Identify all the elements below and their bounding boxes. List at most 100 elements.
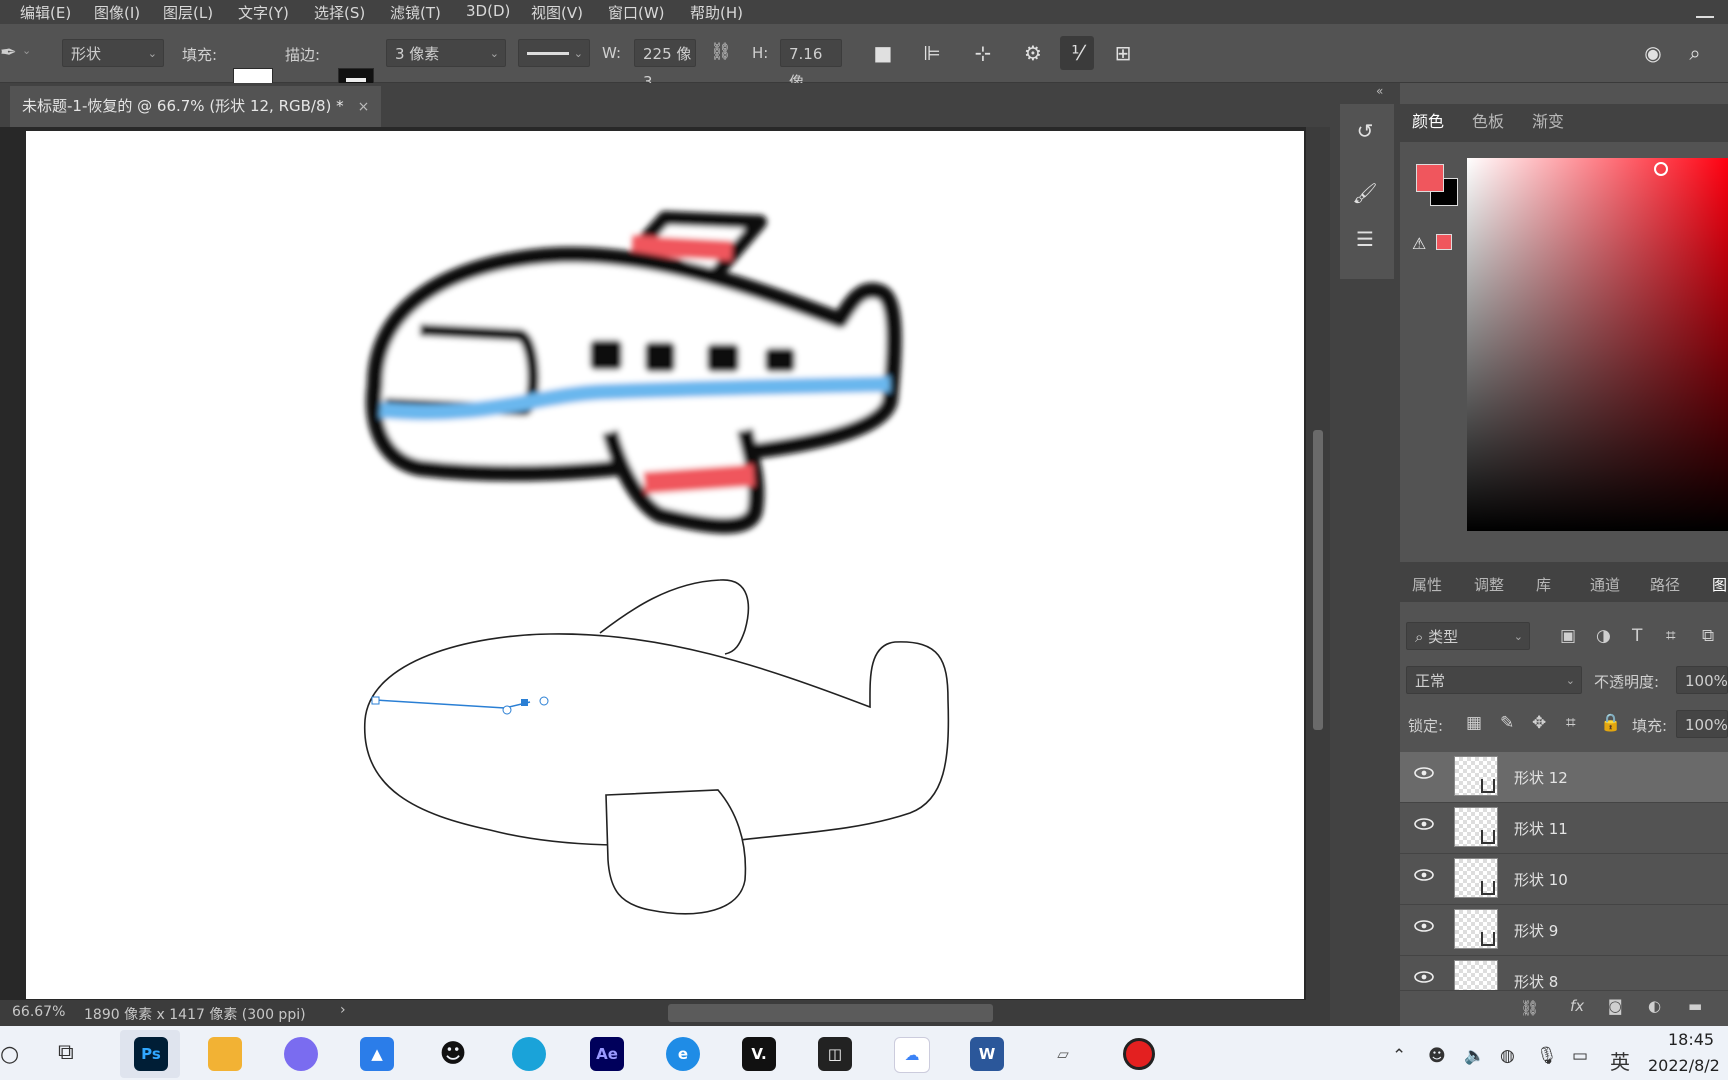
blend-mode-select[interactable]: 正常 ⌄: [1406, 666, 1582, 694]
lock-pixels-icon[interactable]: ✎: [1500, 713, 1514, 733]
tab-properties[interactable]: 属性: [1412, 574, 1442, 595]
eye-icon[interactable]: [1414, 920, 1434, 932]
task-view-icon[interactable]: ⧉: [58, 1040, 74, 1065]
layer-row[interactable]: 形状 11: [1400, 803, 1728, 854]
smart-object-filter-icon[interactable]: ⧉: [1702, 626, 1714, 646]
tab-layers[interactable]: 图: [1712, 574, 1727, 595]
status-menu-arrow[interactable]: ›: [340, 1002, 346, 1018]
foreground-color-swatch[interactable]: [1416, 164, 1444, 192]
layer-name[interactable]: 形状 10: [1514, 869, 1568, 890]
width-field[interactable]: 225 像3: [634, 39, 696, 91]
ie-browser-icon[interactable]: e: [666, 1037, 700, 1071]
tab-paths[interactable]: 路径: [1650, 574, 1680, 595]
pixel-layer-filter-icon[interactable]: ▣: [1560, 626, 1576, 646]
menu-filter[interactable]: 滤镜(T): [390, 2, 441, 23]
type-layer-filter-icon[interactable]: T: [1632, 626, 1642, 646]
horizontal-scroll-thumb[interactable]: [668, 1004, 993, 1022]
search-icon[interactable]: ⌕: [1678, 36, 1712, 70]
vegas-app-icon[interactable]: V.: [742, 1037, 776, 1071]
zoom-level[interactable]: 66.67%: [12, 1004, 65, 1020]
tab-gradients[interactable]: 渐变: [1532, 108, 1564, 132]
brush-settings-icon[interactable]: ☰: [1348, 222, 1382, 256]
tab-adjustments[interactable]: 调整: [1474, 574, 1504, 595]
ime-indicator[interactable]: 英: [1610, 1046, 1630, 1075]
link-icon[interactable]: ⛓: [710, 42, 732, 62]
minimize-button[interactable]: [1696, 4, 1714, 18]
collapse-panels-icon[interactable]: «: [1376, 84, 1383, 98]
tool-preset-chevron-icon[interactable]: ⌄: [22, 44, 31, 57]
link-layers-icon[interactable]: ⛓: [1520, 999, 1539, 1017]
tab-swatches[interactable]: 色板: [1472, 108, 1504, 132]
layer-row[interactable]: 形状 9: [1400, 905, 1728, 956]
color-spectrum[interactable]: [1467, 158, 1728, 531]
eye-icon[interactable]: [1414, 869, 1434, 881]
edge-browser-icon[interactable]: [512, 1037, 546, 1071]
color-picker-ring[interactable]: [1654, 162, 1668, 176]
qq-penguin-icon[interactable]: ☻: [436, 1037, 470, 1071]
path-alignment-icon[interactable]: ⊫: [915, 36, 949, 70]
constrain-path-icon[interactable]: ⊞: [1106, 36, 1140, 70]
search-circle-icon[interactable]: ○: [0, 1042, 19, 1067]
file-explorer-icon[interactable]: [208, 1037, 242, 1071]
menu-window[interactable]: 窗口(W): [608, 2, 665, 23]
tray-expand-icon[interactable]: ⌃: [1392, 1046, 1406, 1066]
menu-image[interactable]: 图像(I): [94, 2, 140, 23]
lock-position-icon[interactable]: ✥: [1532, 713, 1546, 733]
vertical-scroll-thumb[interactable]: [1313, 430, 1323, 730]
document-canvas[interactable]: [26, 131, 1304, 999]
close-icon[interactable]: ×: [358, 99, 370, 115]
menu-view[interactable]: 视图(V): [531, 2, 583, 23]
eye-icon[interactable]: [1414, 818, 1434, 830]
shape-layer-filter-icon[interactable]: ⌗: [1666, 626, 1676, 646]
after-effects-app-icon[interactable]: Ae: [590, 1037, 624, 1071]
eraser-app-icon[interactable]: ▱: [1046, 1037, 1080, 1071]
stroke-size-select[interactable]: 3 像素 ⌄: [386, 39, 506, 67]
path-operations-icon[interactable]: ■: [866, 36, 900, 70]
add-mask-icon[interactable]: ◙: [1608, 997, 1623, 1015]
gear-icon[interactable]: ⚙: [1016, 36, 1050, 70]
cloud-drive-icon[interactable]: ☁: [894, 1037, 930, 1073]
layer-name[interactable]: 形状 12: [1514, 767, 1568, 788]
photoshop-app-icon[interactable]: Ps: [134, 1037, 168, 1071]
layer-filter-select[interactable]: ⌕ 类型 ⌄: [1406, 622, 1530, 650]
tray-qq-icon[interactable]: ☻: [1428, 1046, 1446, 1066]
menu-layer[interactable]: 图层(L): [163, 2, 213, 23]
browser-circle-icon[interactable]: [284, 1037, 318, 1071]
microphone-icon[interactable]: 🎙: [1536, 1046, 1558, 1066]
lock-transparency-icon[interactable]: ▦: [1466, 713, 1482, 733]
opacity-field[interactable]: 100%: [1676, 666, 1728, 694]
eye-icon[interactable]: [1414, 767, 1434, 779]
gamut-swatch[interactable]: [1436, 234, 1452, 250]
lock-artboard-icon[interactable]: ⌗: [1566, 713, 1576, 733]
align-edges-icon[interactable]: ⅟: [1060, 36, 1094, 70]
adjustment-layer-filter-icon[interactable]: ◑: [1596, 626, 1611, 646]
stroke-type-select[interactable]: ⌄: [518, 39, 590, 67]
layer-row[interactable]: 形状 10: [1400, 854, 1728, 905]
network-globe-icon[interactable]: ◍: [1500, 1046, 1515, 1066]
lock-all-icon[interactable]: 🔒: [1600, 713, 1621, 733]
layer-name[interactable]: 形状 9: [1514, 920, 1558, 941]
brush-icon[interactable]: 🖌: [1348, 176, 1382, 210]
eye-icon[interactable]: [1414, 971, 1434, 983]
history-icon[interactable]: ↺: [1348, 114, 1382, 148]
volume-mute-icon[interactable]: 🔈: [1464, 1046, 1485, 1066]
menu-type[interactable]: 文字(Y): [238, 2, 289, 23]
path-arrangement-icon[interactable]: ⊹: [966, 36, 1000, 70]
tab-color[interactable]: 颜色: [1412, 108, 1444, 132]
pen-tool-icon[interactable]: ✒: [0, 40, 17, 64]
menu-select[interactable]: 选择(S): [314, 2, 365, 23]
document-tab[interactable]: 未标题-1-恢复的 @ 66.7% (形状 12, RGB/8) * ×: [10, 86, 382, 127]
battery-icon[interactable]: ▭: [1572, 1046, 1588, 1066]
share-user-icon[interactable]: ◉: [1636, 36, 1670, 70]
tab-libraries[interactable]: 库: [1536, 574, 1551, 595]
height-field[interactable]: 7.16 像: [780, 39, 842, 91]
record-button-icon[interactable]: [1122, 1037, 1156, 1071]
layer-row[interactable]: 形状 8: [1400, 956, 1728, 991]
menu-help[interactable]: 帮助(H): [690, 2, 743, 23]
photos-app-icon[interactable]: ▲: [360, 1037, 394, 1071]
layer-name[interactable]: 形状 8: [1514, 971, 1558, 990]
fill-field[interactable]: 100%: [1676, 710, 1728, 738]
new-group-icon[interactable]: ▬: [1688, 997, 1702, 1015]
clock-date[interactable]: 2022/8/2: [1648, 1056, 1720, 1075]
bilibili-icon[interactable]: ◫: [818, 1037, 852, 1071]
